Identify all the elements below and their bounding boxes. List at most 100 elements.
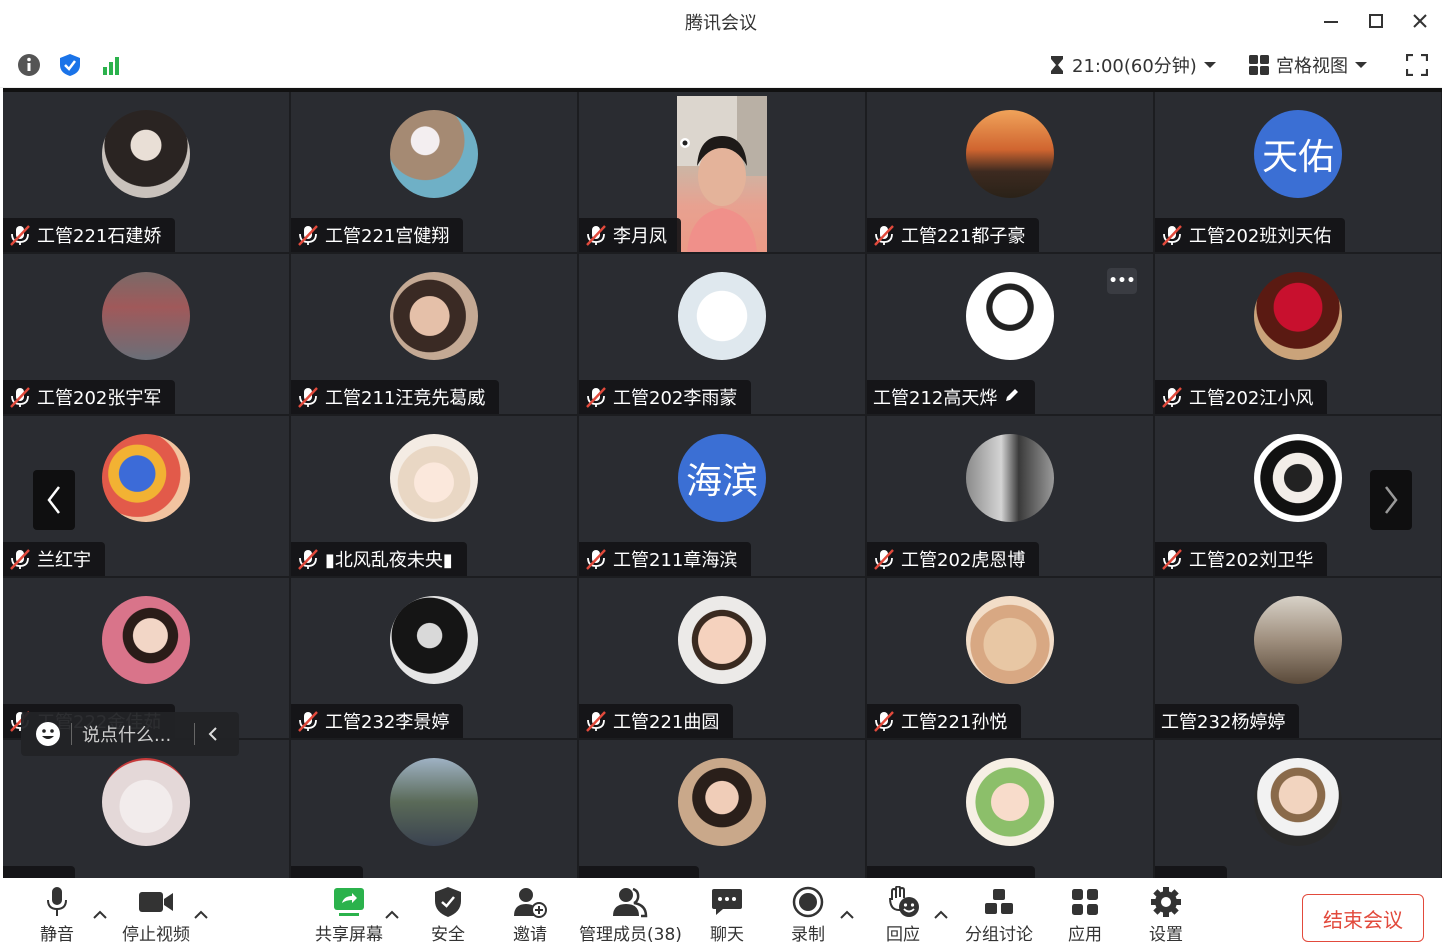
participant-tile[interactable] xyxy=(579,740,865,878)
muted-microphone-icon xyxy=(298,711,318,732)
mute-button[interactable]: 静音 xyxy=(37,884,77,945)
participant-tile[interactable]: 工管211汪竞先葛威 xyxy=(291,254,577,414)
participant-name-tag xyxy=(579,866,699,878)
chat-label: 聊天 xyxy=(710,925,744,945)
participant-tile[interactable]: 李月凤 xyxy=(579,92,865,252)
avatar xyxy=(1254,272,1342,360)
reaction-button[interactable]: 回应 xyxy=(883,884,923,945)
participant-name: 工管232李景婷 xyxy=(325,712,450,733)
signal-icon[interactable] xyxy=(98,52,124,78)
reaction-label: 回应 xyxy=(886,925,920,945)
next-page-button[interactable] xyxy=(1370,470,1412,530)
view-mode-select[interactable]: 宫格视图 xyxy=(1248,52,1368,78)
participant-tile[interactable]: ▮北风乱夜未央▮ xyxy=(291,416,577,576)
participant-tile[interactable]: 天佑 工管202班刘天佑 xyxy=(1155,92,1441,252)
participant-name-tag: 工管202班刘天佑 xyxy=(1155,218,1346,252)
participant-tile[interactable]: 工管202李雨蒙 xyxy=(579,254,865,414)
avatar xyxy=(102,272,190,360)
participant-name: 工管221孙悦 xyxy=(901,712,1008,733)
emoji-icon xyxy=(36,722,60,746)
participant-name-tag xyxy=(3,866,75,878)
avatar xyxy=(966,596,1054,684)
settings-button[interactable]: 设置 xyxy=(1146,884,1186,945)
participant-tile[interactable]: 工管221孙悦 xyxy=(867,578,1153,738)
apps-button[interactable]: 应用 xyxy=(1065,884,1105,945)
participant-tile[interactable]: 工管221都子豪 xyxy=(867,92,1153,252)
end-meeting-button[interactable]: 结束会议 xyxy=(1302,894,1424,942)
participant-name: 工管211章海滨 xyxy=(613,550,738,571)
participant-tile[interactable] xyxy=(291,740,577,878)
participant-tile[interactable]: 工管221宫健翔 xyxy=(291,92,577,252)
quick-chat-bar[interactable]: 说点什么... xyxy=(21,712,239,756)
previous-page-button[interactable] xyxy=(33,470,75,530)
chevron-up-icon[interactable] xyxy=(193,908,209,920)
chevron-up-icon[interactable] xyxy=(92,908,108,920)
chat-input[interactable]: 说点什么... xyxy=(82,721,182,747)
participant-name: 工管212高天烨 xyxy=(873,388,998,409)
chevron-down-icon xyxy=(1203,62,1216,68)
participant-name: 工管202李雨蒙 xyxy=(613,388,738,409)
chevron-down-icon xyxy=(1355,62,1367,68)
chevron-up-icon[interactable] xyxy=(933,908,949,920)
chevron-up-icon[interactable] xyxy=(839,908,855,920)
participant-tile[interactable] xyxy=(3,740,289,878)
participant-name: 工管232杨婷婷 xyxy=(1161,712,1286,733)
shield-icon xyxy=(435,887,461,917)
breakout-icon xyxy=(985,889,1013,914)
muted-microphone-icon xyxy=(874,549,894,570)
avatar xyxy=(390,110,478,198)
participant-tile[interactable] xyxy=(1155,740,1441,878)
avatar xyxy=(390,434,478,522)
fullscreen-button[interactable] xyxy=(1404,52,1430,78)
participant-tile[interactable]: 工管221曲圆 xyxy=(579,578,865,738)
members-label: 管理成员(38) xyxy=(579,925,682,945)
info-icon[interactable] xyxy=(16,52,42,78)
participant-name-tag: 李月凤 xyxy=(579,218,681,252)
participant-tile[interactable]: 工管232杨婷婷 xyxy=(1155,578,1441,738)
avatar xyxy=(102,758,190,846)
meeting-toolbar: 21:00(60分钟) 宫格视图 xyxy=(0,42,1442,88)
participant-name: 工管202刘卫华 xyxy=(1189,550,1314,571)
chevron-left-icon xyxy=(208,727,217,741)
avatar xyxy=(966,758,1054,846)
view-mode-label: 宫格视图 xyxy=(1276,56,1348,77)
manage-members-button[interactable]: 管理成员(38) xyxy=(579,884,682,945)
security-label: 安全 xyxy=(431,925,465,945)
participant-tile[interactable]: 海滨工管211章海滨 xyxy=(579,416,865,576)
stop-video-button[interactable]: 停止视频 xyxy=(122,884,190,945)
maximize-button[interactable] xyxy=(1361,6,1391,36)
chevron-up-icon[interactable] xyxy=(384,908,400,920)
participant-tile[interactable] xyxy=(867,740,1153,878)
chat-button[interactable]: 聊天 xyxy=(707,884,747,945)
avatar xyxy=(1254,434,1342,522)
breakout-rooms-button[interactable]: 分组讨论 xyxy=(965,884,1033,945)
participant-tile[interactable]: 工管221石建娇 xyxy=(3,92,289,252)
avatar xyxy=(102,110,190,198)
participant-tile[interactable]: ••• 工管212高天烨 xyxy=(867,254,1153,414)
members-icon xyxy=(613,887,648,918)
security-shield-icon[interactable] xyxy=(57,52,83,78)
participant-tile[interactable]: 工管232李景婷 xyxy=(291,578,577,738)
participant-tile[interactable]: 工管202虎恩博 xyxy=(867,416,1153,576)
participant-video xyxy=(677,96,767,252)
avatar xyxy=(1254,758,1342,846)
close-button[interactable] xyxy=(1405,6,1435,36)
title-bar: 腾讯会议 xyxy=(0,0,1442,42)
participant-name-tag xyxy=(1155,866,1227,878)
security-button[interactable]: 安全 xyxy=(428,884,468,945)
avatar: 海滨 xyxy=(678,434,766,522)
share-screen-label: 共享屏幕 xyxy=(315,925,383,945)
fullscreen-icon xyxy=(1406,54,1428,76)
share-screen-button[interactable]: 共享屏幕 xyxy=(315,884,383,945)
participant-tile[interactable]: 工管202张宇军 xyxy=(3,254,289,414)
participant-tile[interactable]: 工管202江小风 xyxy=(1155,254,1441,414)
minimize-button[interactable] xyxy=(1316,6,1346,36)
more-options-button[interactable]: ••• xyxy=(1107,268,1137,294)
meeting-timer[interactable]: 21:00(60分钟) xyxy=(1048,52,1217,78)
muted-microphone-icon xyxy=(1162,225,1182,246)
record-button[interactable]: 录制 xyxy=(788,884,828,945)
chat-bubble-icon xyxy=(712,889,742,915)
muted-microphone-icon xyxy=(298,387,318,408)
invite-button[interactable]: 邀请 xyxy=(510,884,550,945)
muted-microphone-icon xyxy=(298,225,318,246)
